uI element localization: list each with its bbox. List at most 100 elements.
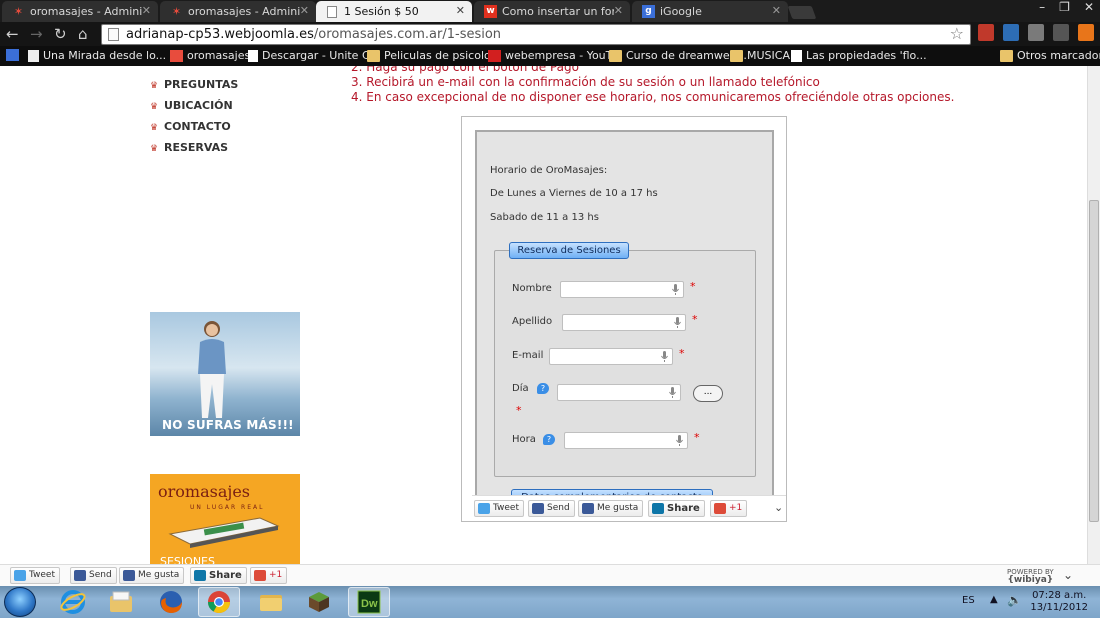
dia-field[interactable] — [557, 384, 681, 401]
tweet-button[interactable]: Tweet — [474, 500, 524, 517]
like-button[interactable]: Me gusta — [119, 567, 185, 584]
close-icon[interactable]: ✕ — [456, 4, 465, 17]
language-indicator[interactable]: ES — [962, 595, 975, 606]
promo-banner-no-sufras[interactable]: NO SUFRAS MÁS!!! — [150, 312, 300, 436]
facebook-icon — [74, 570, 86, 581]
url-host: adrianap-cp53.webjoomla.es — [126, 27, 314, 42]
back-icon[interactable]: ← — [6, 25, 19, 43]
tab-igoogle[interactable]: g iGoogle ✕ — [632, 1, 788, 22]
help-icon[interactable]: ? — [543, 434, 555, 445]
tab-1-sesion[interactable]: 1 Sesión $ 50 ✕ — [316, 1, 472, 22]
bookmark-descargar[interactable]: Descargar - Unite C... — [248, 49, 380, 62]
reload-icon[interactable]: ↻ — [54, 25, 67, 43]
microphone-icon[interactable] — [676, 435, 683, 446]
volume-icon[interactable]: 🔈 — [1007, 593, 1022, 607]
send-button[interactable]: Send — [70, 567, 117, 584]
maximize-icon[interactable]: ❐ — [1059, 0, 1070, 14]
bookmark-oromasajes[interactable]: oromasajes — [170, 49, 250, 62]
dreamweaver-icon[interactable]: Dw — [348, 587, 390, 617]
bookmark-curso-dreamweaver[interactable]: Curso de dreamwea... — [609, 49, 747, 62]
linkedin-icon — [652, 503, 664, 514]
internet-explorer-icon[interactable] — [52, 587, 94, 617]
apps-icon[interactable] — [6, 49, 19, 61]
wibiya-share-bar: Tweet Send Me gusta Share +1 POWERED BY … — [0, 564, 1100, 586]
arrow-extension-icon[interactable] — [1028, 24, 1044, 41]
promo-banner-sesiones[interactable]: oromasajes UN LUGAR REAL SESIONES — [150, 474, 300, 564]
linkedin-share-button[interactable]: Share — [648, 500, 705, 517]
help-icon[interactable]: ? — [537, 383, 549, 394]
new-tab-button[interactable] — [787, 6, 817, 19]
facebook-like-icon — [582, 503, 594, 514]
twitter-icon — [14, 570, 26, 581]
apellido-field[interactable] — [562, 314, 686, 331]
wibiya-logo[interactable]: POWERED BY {wibiya} — [1007, 568, 1054, 585]
system-tray: ES ▲ 🔈 07:28 a.m. 13/11/2012 — [950, 586, 1100, 618]
microphone-icon[interactable] — [661, 351, 668, 362]
step-item: 3. Recibirá un e-mail con la confirmació… — [351, 75, 820, 89]
close-icon[interactable]: ✕ — [300, 4, 309, 17]
microphone-icon[interactable] — [672, 284, 679, 295]
firefox-icon[interactable] — [150, 587, 192, 617]
tab-oromasajes-admin-2[interactable]: ✶ oromasajes - Administrac ✕ — [160, 1, 316, 22]
menu-item-preguntas[interactable]: ♛ PREGUNTAS — [150, 78, 238, 99]
minimize-icon[interactable]: – — [1039, 0, 1045, 14]
chrome-icon[interactable] — [198, 587, 240, 617]
tab-oromasajes-admin-1[interactable]: ✶ oromasajes - Administrac ✕ — [2, 1, 158, 22]
menu-item-ubicacion[interactable]: ♛ UBICACIÓN — [150, 99, 238, 120]
microphone-icon[interactable] — [674, 317, 681, 328]
minecraft-logo — [309, 592, 329, 612]
download-extension-icon[interactable] — [978, 24, 994, 41]
collapse-icon[interactable]: ⌄ — [774, 501, 783, 514]
date-picker-button[interactable]: ... — [693, 385, 723, 402]
tab-como-insertar[interactable]: w Como insertar un formula ✕ — [474, 1, 630, 22]
explorer-logo — [260, 595, 282, 611]
bookmarks-bar: Una Mirada desde lo... oromasajes Descar… — [0, 46, 1100, 66]
rss-icon[interactable] — [1078, 24, 1094, 41]
microphone-icon[interactable] — [669, 387, 676, 398]
close-window-icon[interactable]: ✕ — [1084, 0, 1094, 14]
schedule-title: Horario de OroMasajes: — [490, 165, 608, 176]
play-extension-icon[interactable] — [1053, 24, 1069, 41]
nombre-field[interactable] — [560, 281, 684, 298]
other-bookmarks[interactable]: Otros marcadores — [1000, 49, 1100, 62]
google-plusone-button[interactable]: +1 — [250, 567, 288, 584]
joomla-icon: ✶ — [171, 5, 182, 18]
minecraft-icon[interactable] — [298, 587, 340, 617]
clock[interactable]: 07:28 a.m. 13/11/2012 — [1030, 590, 1088, 614]
bookmark-webempresa[interactable]: webempresa - YouT... — [488, 49, 622, 62]
bookmark-las-propiedades[interactable]: Las propiedades 'flo... — [791, 49, 927, 62]
email-field[interactable] — [549, 348, 673, 365]
close-icon[interactable]: ✕ — [142, 4, 151, 17]
hora-field[interactable] — [564, 432, 688, 449]
star-icon[interactable]: ☆ — [950, 24, 964, 43]
like-button[interactable]: Me gusta — [578, 500, 644, 517]
file-explorer-icon[interactable] — [100, 587, 142, 617]
tab-label: oromasajes - Administrac — [188, 5, 300, 18]
close-icon[interactable]: ✕ — [614, 4, 623, 17]
collapse-icon[interactable]: ⌄ — [1063, 568, 1073, 582]
address-bar[interactable]: adrianap-cp53.webjoomla.es/oromasajes.co… — [101, 24, 971, 45]
google-plus-icon — [714, 503, 726, 514]
start-button[interactable] — [4, 587, 36, 617]
windows-explorer-icon[interactable] — [250, 587, 292, 617]
bookmark-musica[interactable]: MUSICA — [730, 49, 790, 62]
bookmark-peliculas[interactable]: Peliculas de psicolo... — [367, 49, 501, 62]
home-icon[interactable]: ⌂ — [78, 25, 88, 43]
forward-icon[interactable]: → — [30, 25, 43, 43]
menu-item-reservas[interactable]: ♛ RESERVAS — [150, 141, 238, 162]
scrollbar-thumb[interactable] — [1089, 200, 1099, 522]
send-button[interactable]: Send — [528, 500, 575, 517]
chart-extension-icon[interactable] — [1003, 24, 1019, 41]
tweet-button[interactable]: Tweet — [10, 567, 60, 584]
booking-form: Horario de OroMasajes: De Lunes a Vierne… — [475, 130, 774, 521]
google-plusone-button[interactable]: +1 — [710, 500, 748, 517]
close-icon[interactable]: ✕ — [772, 4, 781, 17]
bookmark-una-mirada[interactable]: Una Mirada desde lo... — [28, 49, 166, 62]
page-scrollbar[interactable] — [1087, 66, 1100, 564]
show-hidden-icons[interactable]: ▲ — [990, 594, 998, 605]
crown-icon: ♛ — [150, 81, 159, 91]
linkedin-share-button[interactable]: Share — [190, 567, 247, 584]
menu-item-contacto[interactable]: ♛ CONTACTO — [150, 120, 238, 141]
step-item: 2. Haga su pago con el botón de Pago — [351, 66, 579, 74]
crown-icon: ♛ — [150, 102, 159, 112]
